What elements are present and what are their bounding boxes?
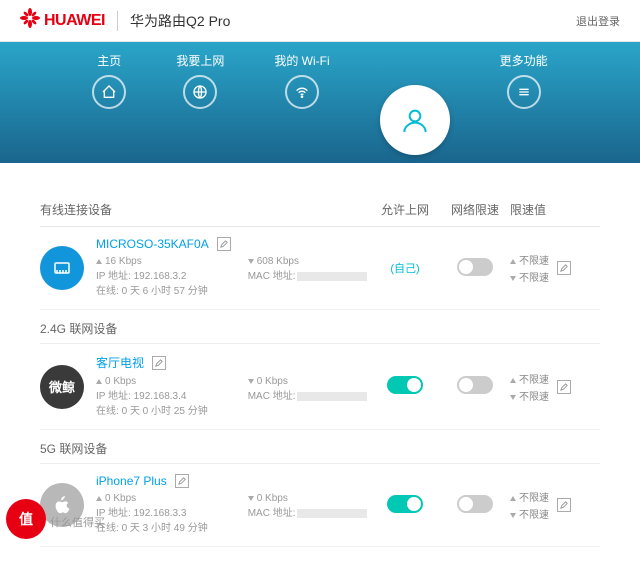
edit-speed-icon[interactable] <box>557 261 571 275</box>
edit-speed-icon[interactable] <box>557 380 571 394</box>
allow-toggle[interactable] <box>387 376 423 394</box>
main-nav: 主页 我要上网 我的 Wi-Fi 终端管理 更多功能 <box>0 42 640 163</box>
device-name[interactable]: MICROSO-35KAF0A <box>96 237 209 251</box>
col-allow: 允许上网 <box>370 201 440 218</box>
tv-icon: 微鲸 <box>40 365 84 409</box>
nav-wifi[interactable]: 我的 Wi-Fi <box>274 52 329 109</box>
section-5g: 5G 联网设备 <box>40 430 600 464</box>
product-name: 华为路由Q2 Pro <box>130 11 230 31</box>
nav-devices[interactable]: 终端管理 <box>380 52 450 145</box>
content: 有线连接设备 允许上网 网络限速 限速值 MICROSO-35KAF0A 16 … <box>0 163 640 567</box>
limit-toggle[interactable] <box>457 376 493 394</box>
watermark-icon: 值 <box>6 499 46 539</box>
edit-icon[interactable] <box>175 474 189 488</box>
nav-more[interactable]: 更多功能 <box>500 52 548 109</box>
device-row-5g: iPhone7 Plus 0 Kbps IP 地址: 192.168.3.3 在… <box>40 464 600 547</box>
nav-internet[interactable]: 我要上网 <box>176 52 224 109</box>
ethernet-icon <box>40 246 84 290</box>
brand-text: HUAWEI <box>44 12 105 30</box>
watermark-text: 什么值得买 <box>50 514 105 530</box>
table-header: 有线连接设备 允许上网 网络限速 限速值 <box>40 193 600 227</box>
self-tag: (自己) <box>390 263 419 275</box>
menu-icon <box>507 75 541 109</box>
user-icon <box>380 85 450 155</box>
section-24g: 2.4G 联网设备 <box>40 310 600 344</box>
brand-logo: HUAWEI <box>20 8 105 33</box>
wifi-icon <box>285 75 319 109</box>
globe-icon <box>183 75 217 109</box>
edit-icon[interactable] <box>217 237 231 251</box>
edit-speed-icon[interactable] <box>557 498 571 512</box>
divider <box>117 11 118 31</box>
home-icon <box>92 75 126 109</box>
device-row-24g: 微鲸 客厅电视 0 Kbps IP 地址: 192.168.3.4 在线: 0 … <box>40 344 600 430</box>
header: HUAWEI 华为路由Q2 Pro 退出登录 <box>0 0 640 42</box>
col-speed: 限速值 <box>510 201 600 218</box>
col-limit: 网络限速 <box>440 201 510 218</box>
col-device: 有线连接设备 <box>40 201 370 218</box>
device-name[interactable]: iPhone7 Plus <box>96 474 167 488</box>
device-row-wired: MICROSO-35KAF0A 16 Kbps IP 地址: 192.168.3… <box>40 227 600 310</box>
nav-home[interactable]: 主页 <box>92 52 126 109</box>
edit-icon[interactable] <box>152 356 166 370</box>
huawei-petal-icon <box>20 8 40 33</box>
limit-toggle[interactable] <box>457 258 493 276</box>
limit-toggle[interactable] <box>457 495 493 513</box>
allow-toggle[interactable] <box>387 495 423 513</box>
device-name[interactable]: 客厅电视 <box>96 354 144 371</box>
logout-link[interactable]: 退出登录 <box>576 13 620 29</box>
